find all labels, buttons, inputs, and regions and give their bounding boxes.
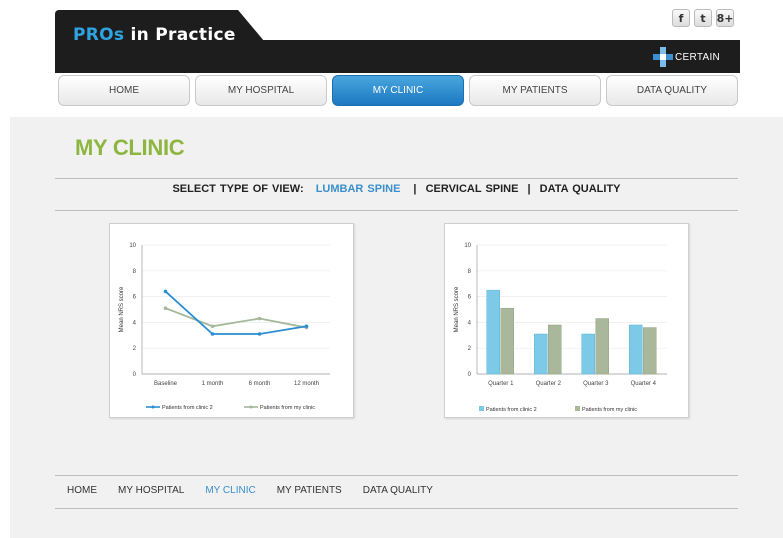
view-selector-label: SELECT TYPE OF VIEW:: [172, 183, 304, 195]
logo-rest: in Practice: [124, 25, 236, 45]
line-chart: 0 2 4 6 8 10 Mean NRS score Baseline 1 month 6 mo…: [119, 243, 330, 411]
page-title: MY CLINIC: [75, 135, 185, 160]
data-point: [257, 316, 262, 321]
y-tick-label: 8: [133, 269, 137, 275]
facebook-icon[interactable]: f: [672, 9, 690, 27]
x-tick-label: Quarter 1: [488, 381, 514, 387]
footer-nav: HOME MY HOSPITAL MY CLINIC MY PATIENTS D…: [67, 485, 433, 496]
data-point: [304, 324, 309, 329]
legend-label: Patients from my clinic: [260, 405, 315, 411]
data-point: [257, 332, 262, 336]
social-links: f t 8+: [672, 9, 734, 27]
partner-name: CERTAIN: [675, 51, 721, 63]
bar: [548, 324, 562, 375]
x-tick-label: Quarter 4: [631, 381, 657, 387]
data-point: [163, 306, 168, 311]
x-tick-label: 12 month: [294, 381, 319, 387]
x-tick-label: Quarter 3: [583, 381, 609, 387]
footer-link-my-hospital[interactable]: MY HOSPITAL: [118, 485, 184, 496]
legend-swatch: [575, 406, 580, 411]
line-chart-card: 0 2 4 6 8 10 Mean NRS score Baseline 1 month 6 mo…: [109, 223, 354, 418]
data-point: [163, 289, 168, 294]
x-tick-label: Baseline: [154, 381, 178, 387]
footer-link-my-patients[interactable]: MY PATIENTS: [277, 485, 342, 496]
nav-tab-home[interactable]: HOME: [58, 75, 190, 106]
y-tick-label: 4: [133, 320, 137, 326]
y-tick-label: 0: [133, 372, 137, 378]
footer-link-my-clinic[interactable]: MY CLINIC: [205, 485, 255, 496]
partner-logo: CERTAIN: [653, 45, 720, 69]
divider: [55, 508, 738, 509]
google-plus-icon[interactable]: 8+: [716, 9, 734, 27]
y-tick-label: 8: [468, 269, 472, 275]
bar-chart-card: 0 2 4 6 8 10 Mean NRS score Quarter 1 Quarter 2 Q…: [444, 223, 689, 418]
separator: |: [527, 183, 531, 195]
footer-link-data-quality[interactable]: DATA QUALITY: [363, 485, 433, 496]
nav-tab-my-hospital[interactable]: MY HOSPITAL: [195, 75, 327, 106]
y-tick-label: 2: [133, 346, 137, 352]
nav-tab-my-patients[interactable]: MY PATIENTS: [469, 75, 601, 106]
nav-tab-data-quality[interactable]: DATA QUALITY: [606, 75, 738, 106]
y-tick-label: 10: [464, 243, 471, 249]
series-line: [164, 290, 307, 335]
certain-cross-icon: [653, 47, 673, 67]
bar: [486, 289, 500, 375]
legend-label: Patients from clinic 2: [162, 405, 213, 411]
x-tick-label: 6 month: [249, 381, 271, 387]
view-option-cervical-spine[interactable]: CERVICAL SPINE: [426, 183, 519, 195]
divider: [55, 178, 738, 179]
bar: [629, 324, 643, 375]
divider: [55, 475, 738, 476]
y-tick-label: 0: [468, 372, 472, 378]
separator: |: [413, 183, 417, 195]
bar-chart: 0 2 4 6 8 10 Mean NRS score Quarter 1 Quarter 2 Q…: [454, 243, 667, 413]
y-axis-title: Mean NRS score: [119, 286, 125, 332]
y-tick-label: 10: [129, 243, 136, 249]
view-option-data-quality[interactable]: DATA QUALITY: [540, 183, 621, 195]
y-tick-label: 4: [468, 320, 472, 326]
x-tick-label: 1 month: [202, 381, 224, 387]
footer-link-home[interactable]: HOME: [67, 485, 97, 496]
legend-label: Patients from my clinic: [582, 407, 637, 413]
bar: [534, 333, 548, 375]
data-point: [210, 332, 215, 336]
legend-swatch: [479, 406, 484, 411]
legend-marker: [151, 405, 155, 409]
twitter-icon[interactable]: t: [694, 9, 712, 27]
logo-pros: PROs: [73, 25, 125, 45]
x-tick-label: Quarter 2: [536, 381, 562, 387]
y-tick-label: 6: [468, 295, 472, 301]
view-option-lumbar-spine[interactable]: LUMBAR SPINE: [316, 183, 401, 195]
site-logo[interactable]: PROs in Practice: [73, 25, 236, 45]
bar: [581, 333, 595, 375]
legend-label: Patients from clinic 2: [486, 407, 537, 413]
y-tick-label: 2: [468, 346, 472, 352]
view-selector: SELECT TYPE OF VIEW: LUMBAR SPINE | CERVI…: [55, 183, 738, 195]
data-point: [210, 324, 215, 329]
bar: [500, 307, 514, 375]
page: PROs in Practice f t 8+ CERTAIN HOME MY …: [0, 0, 783, 538]
y-axis-title: Mean NRS score: [454, 286, 460, 332]
y-tick-label: 6: [133, 295, 137, 301]
divider: [55, 210, 738, 211]
nav-tab-my-clinic[interactable]: MY CLINIC: [332, 75, 464, 106]
bar: [643, 327, 657, 375]
legend-marker: [249, 405, 253, 409]
bar: [595, 318, 609, 375]
main-nav: HOME MY HOSPITAL MY CLINIC MY PATIENTS D…: [58, 75, 738, 107]
